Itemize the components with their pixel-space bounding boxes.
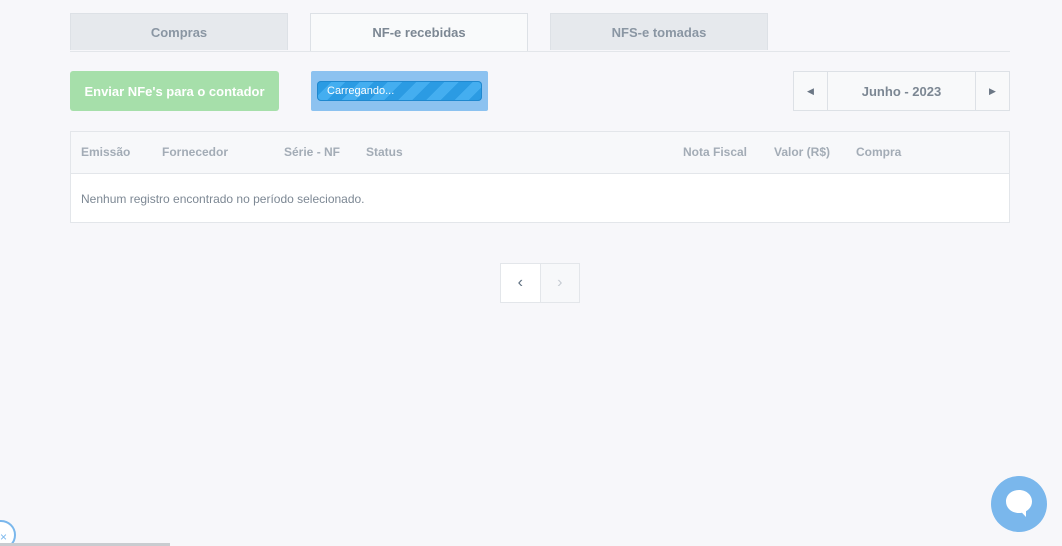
prev-month-button[interactable]: ◀ — [794, 72, 828, 110]
chat-button[interactable] — [991, 476, 1047, 532]
column-header-fornecedor[interactable]: Fornecedor — [162, 132, 228, 173]
triangle-left-icon: ◀ — [807, 85, 814, 96]
chat-bubble-icon — [1006, 490, 1032, 517]
next-page-button[interactable]: › — [540, 264, 579, 302]
tab-bar: Compras NF-e recebidas NFS-e tomadas — [70, 13, 1010, 52]
next-month-button[interactable]: ▶ — [975, 72, 1009, 110]
column-header-serie-nf[interactable]: Série - NF — [284, 132, 340, 173]
invoices-table: Emissão Fornecedor Série - NF Status Not… — [70, 131, 1010, 223]
column-header-emissao[interactable]: Emissão — [81, 132, 130, 173]
empty-state-message: Nenhum registro encontrado no período se… — [81, 192, 365, 206]
tab-nfse-tomadas[interactable]: NFS-e tomadas — [550, 13, 768, 50]
table-header: Emissão Fornecedor Série - NF Status Not… — [71, 132, 1009, 174]
column-header-nota-fiscal[interactable]: Nota Fiscal — [683, 132, 747, 173]
loading-progress-bar: Carregando... — [317, 81, 482, 101]
pagination: ‹ › — [500, 263, 580, 303]
tab-nfe-recebidas[interactable]: NF-e recebidas — [310, 13, 528, 51]
page: Compras NF-e recebidas NFS-e tomadas Env… — [0, 0, 1062, 546]
loading-text: Carregando... — [327, 85, 395, 97]
loading-indicator: Carregando... — [311, 71, 488, 111]
prev-page-button[interactable]: ‹ — [501, 264, 541, 302]
close-icon: × — [0, 530, 8, 544]
tab-compras[interactable]: Compras — [70, 13, 288, 50]
column-header-status[interactable]: Status — [366, 132, 403, 173]
month-selector: ◀ Junho - 2023 ▶ — [793, 71, 1010, 111]
column-header-compra[interactable]: Compra — [856, 132, 901, 173]
send-nfe-to-accountant-button[interactable]: Enviar NFe's para o contador — [70, 71, 279, 111]
triangle-right-icon: ▶ — [989, 85, 996, 96]
current-month-label: Junho - 2023 — [861, 83, 942, 99]
column-header-valor[interactable]: Valor (R$) — [774, 132, 830, 173]
